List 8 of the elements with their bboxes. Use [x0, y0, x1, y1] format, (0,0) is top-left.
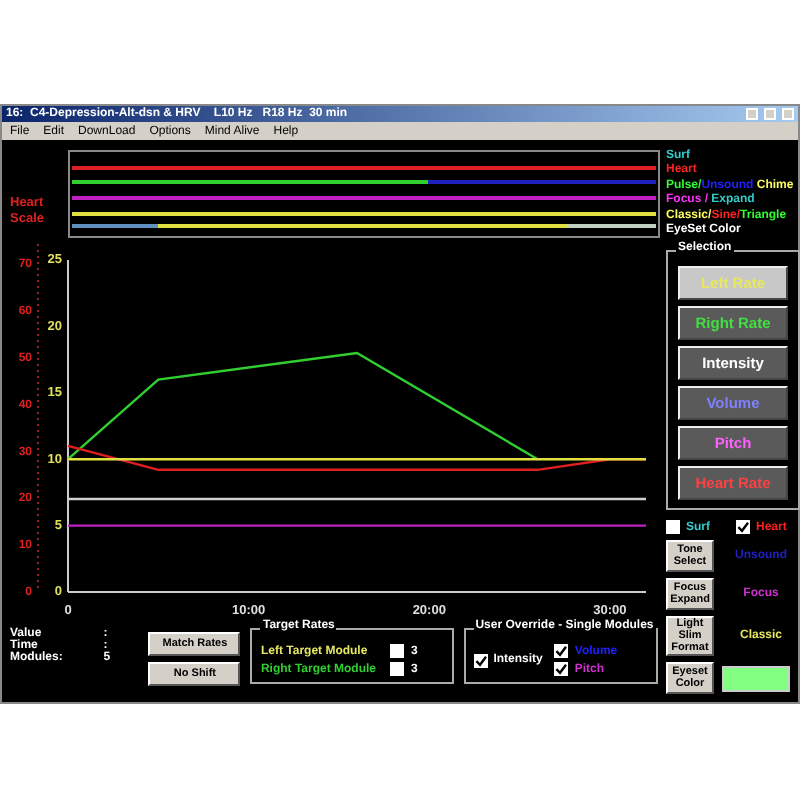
- checkbox[interactable]: [666, 520, 680, 534]
- checkbox[interactable]: [473, 653, 488, 667]
- checkbox[interactable]: [390, 644, 405, 658]
- checkbox[interactable]: [390, 662, 405, 676]
- checkbox[interactable]: [554, 644, 569, 658]
- checkbox[interactable]: [736, 520, 750, 534]
- color-swatch[interactable]: [722, 665, 790, 692]
- checkbox[interactable]: [554, 662, 569, 676]
